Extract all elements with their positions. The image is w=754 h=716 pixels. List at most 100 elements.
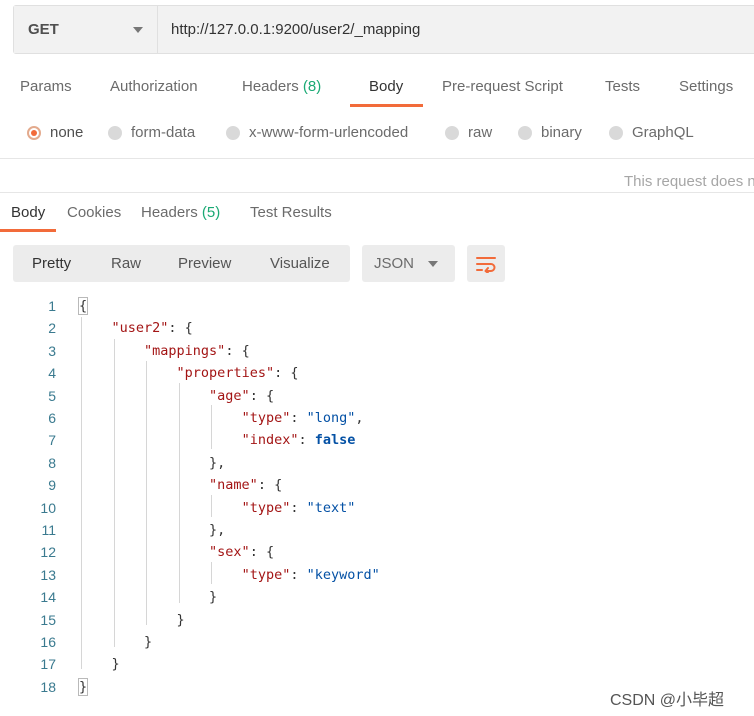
radio-label: binary (541, 124, 582, 141)
wrap-lines-button[interactable] (467, 245, 505, 282)
json-punctuation: { (77, 297, 89, 315)
body-type-options: none form-data x-www-form-urlencoded raw… (0, 118, 754, 148)
json-punctuation (79, 500, 242, 516)
radio-label: form-data (131, 124, 196, 141)
code-line: 5 "age": { (0, 385, 754, 407)
code-text: "age": { (79, 385, 274, 407)
radio-label: x-www-form-urlencoded (249, 124, 409, 141)
tab-authorization[interactable]: Authorization (110, 78, 198, 95)
code-line: 9 "name": { (0, 474, 754, 496)
radio-icon (609, 125, 623, 140)
headers-count-badge: (8) (302, 78, 322, 95)
tab-label: Pre-request Script (442, 78, 563, 95)
line-number: 11 (41, 522, 56, 538)
code-line: 11 }, (0, 519, 754, 541)
json-punctuation: : (290, 499, 307, 516)
line-number: 5 (48, 387, 56, 404)
watermark: CSDN @小毕超 (610, 692, 725, 709)
response-tab-body[interactable]: Body (11, 204, 45, 221)
radio-none[interactable]: none (27, 124, 83, 141)
json-punctuation: } (77, 677, 89, 696)
radio-icon (445, 125, 459, 140)
tab-label: Settings (679, 78, 734, 95)
view-raw-button[interactable]: Raw (111, 255, 141, 272)
format-select[interactable]: JSON (362, 245, 455, 282)
json-punctuation: : { (249, 387, 275, 404)
method-label: GET (28, 21, 59, 38)
code-line: 15 } (0, 609, 754, 631)
view-preview-button[interactable]: Preview (178, 255, 231, 272)
json-punctuation (79, 365, 177, 381)
code-line: 3 "mappings": { (0, 340, 754, 362)
tab-label: Authorization (110, 78, 198, 95)
line-number: 18 (40, 678, 56, 695)
radio-selected-icon (27, 125, 41, 140)
response-tab-test-results[interactable]: Test Results (250, 204, 332, 221)
line-number: 10 (40, 499, 56, 516)
json-punctuation: }, (79, 454, 226, 471)
tab-label: Test Results (250, 204, 332, 221)
code-text: "index": false (79, 429, 356, 451)
json-punctuation: : { (249, 544, 275, 561)
radio-icon (226, 125, 240, 140)
radio-raw[interactable]: raw (445, 124, 492, 141)
tab-label: Params (20, 78, 72, 95)
view-visualize-button[interactable]: Visualize (270, 255, 330, 272)
tab-body[interactable]: Body (369, 78, 403, 95)
response-tab-cookies[interactable]: Cookies (67, 204, 121, 221)
tab-headers[interactable]: Headers (8) (242, 78, 321, 95)
method-select[interactable]: GET (14, 6, 158, 53)
json-key: "type" (241, 410, 291, 426)
code-line: 6 "type": "long", (0, 407, 754, 429)
json-string: "long" (306, 410, 356, 426)
line-number: 9 (48, 477, 56, 494)
code-line: 4 "properties": { (0, 362, 754, 384)
radio-label: GraphQL (632, 124, 694, 141)
code-text: }, (79, 452, 225, 474)
headers-count-badge: (5) (201, 204, 221, 221)
tab-tests[interactable]: Tests (605, 78, 640, 95)
line-number: 12 (40, 544, 56, 561)
json-punctuation (79, 410, 242, 426)
code-text: } (77, 676, 89, 698)
tab-settings[interactable]: Settings (679, 78, 733, 95)
url-input[interactable]: http://127.0.0.1:9200/user2/_mapping (158, 6, 754, 53)
json-punctuation: : (290, 410, 307, 426)
json-key: "sex" (209, 544, 250, 561)
json-punctuation: }, (79, 522, 226, 538)
tab-label: Body (11, 204, 46, 221)
radio-x-www-form-urlencoded[interactable]: x-www-form-urlencoded (226, 124, 408, 141)
response-tab-headers[interactable]: Headers (5) (141, 204, 220, 221)
json-boolean: false (314, 432, 356, 449)
url-bar: GET http://127.0.0.1:9200/user2/_mapping (13, 5, 754, 54)
tab-params[interactable]: Params (20, 78, 72, 95)
code-text: "type": "keyword" (79, 564, 380, 586)
code-text: { (77, 295, 89, 317)
json-punctuation (79, 320, 112, 336)
line-number: 17 (40, 656, 56, 673)
code-text: "type": "text" (79, 497, 356, 519)
line-number: 14 (40, 589, 56, 606)
json-punctuation (79, 477, 209, 493)
json-punctuation: : { (225, 342, 250, 359)
json-string: "text" (306, 499, 356, 516)
json-punctuation: } (79, 611, 185, 628)
radio-form-data[interactable]: form-data (108, 124, 195, 141)
json-punctuation: : { (257, 477, 283, 494)
code-text: } (79, 609, 185, 631)
code-text: }, (79, 519, 225, 541)
json-key: "name" (209, 477, 258, 494)
request-tabs: Params Authorization Headers (8) Body Pr… (0, 70, 754, 110)
tab-pre-request-script[interactable]: Pre-request Script (442, 78, 563, 95)
json-punctuation (79, 432, 242, 448)
radio-binary[interactable]: binary (518, 124, 582, 141)
view-pretty-button[interactable]: Pretty (32, 255, 71, 272)
code-text: "properties": { (79, 362, 299, 384)
chevron-down-icon (428, 261, 438, 267)
radio-label: none (50, 124, 84, 141)
code-line: 13 "type": "keyword" (0, 564, 754, 586)
line-number: 16 (40, 634, 56, 650)
code-line: 10 "type": "text" (0, 497, 754, 519)
code-line: 7 "index": false (0, 429, 754, 451)
radio-graphql[interactable]: GraphQL (609, 124, 694, 141)
